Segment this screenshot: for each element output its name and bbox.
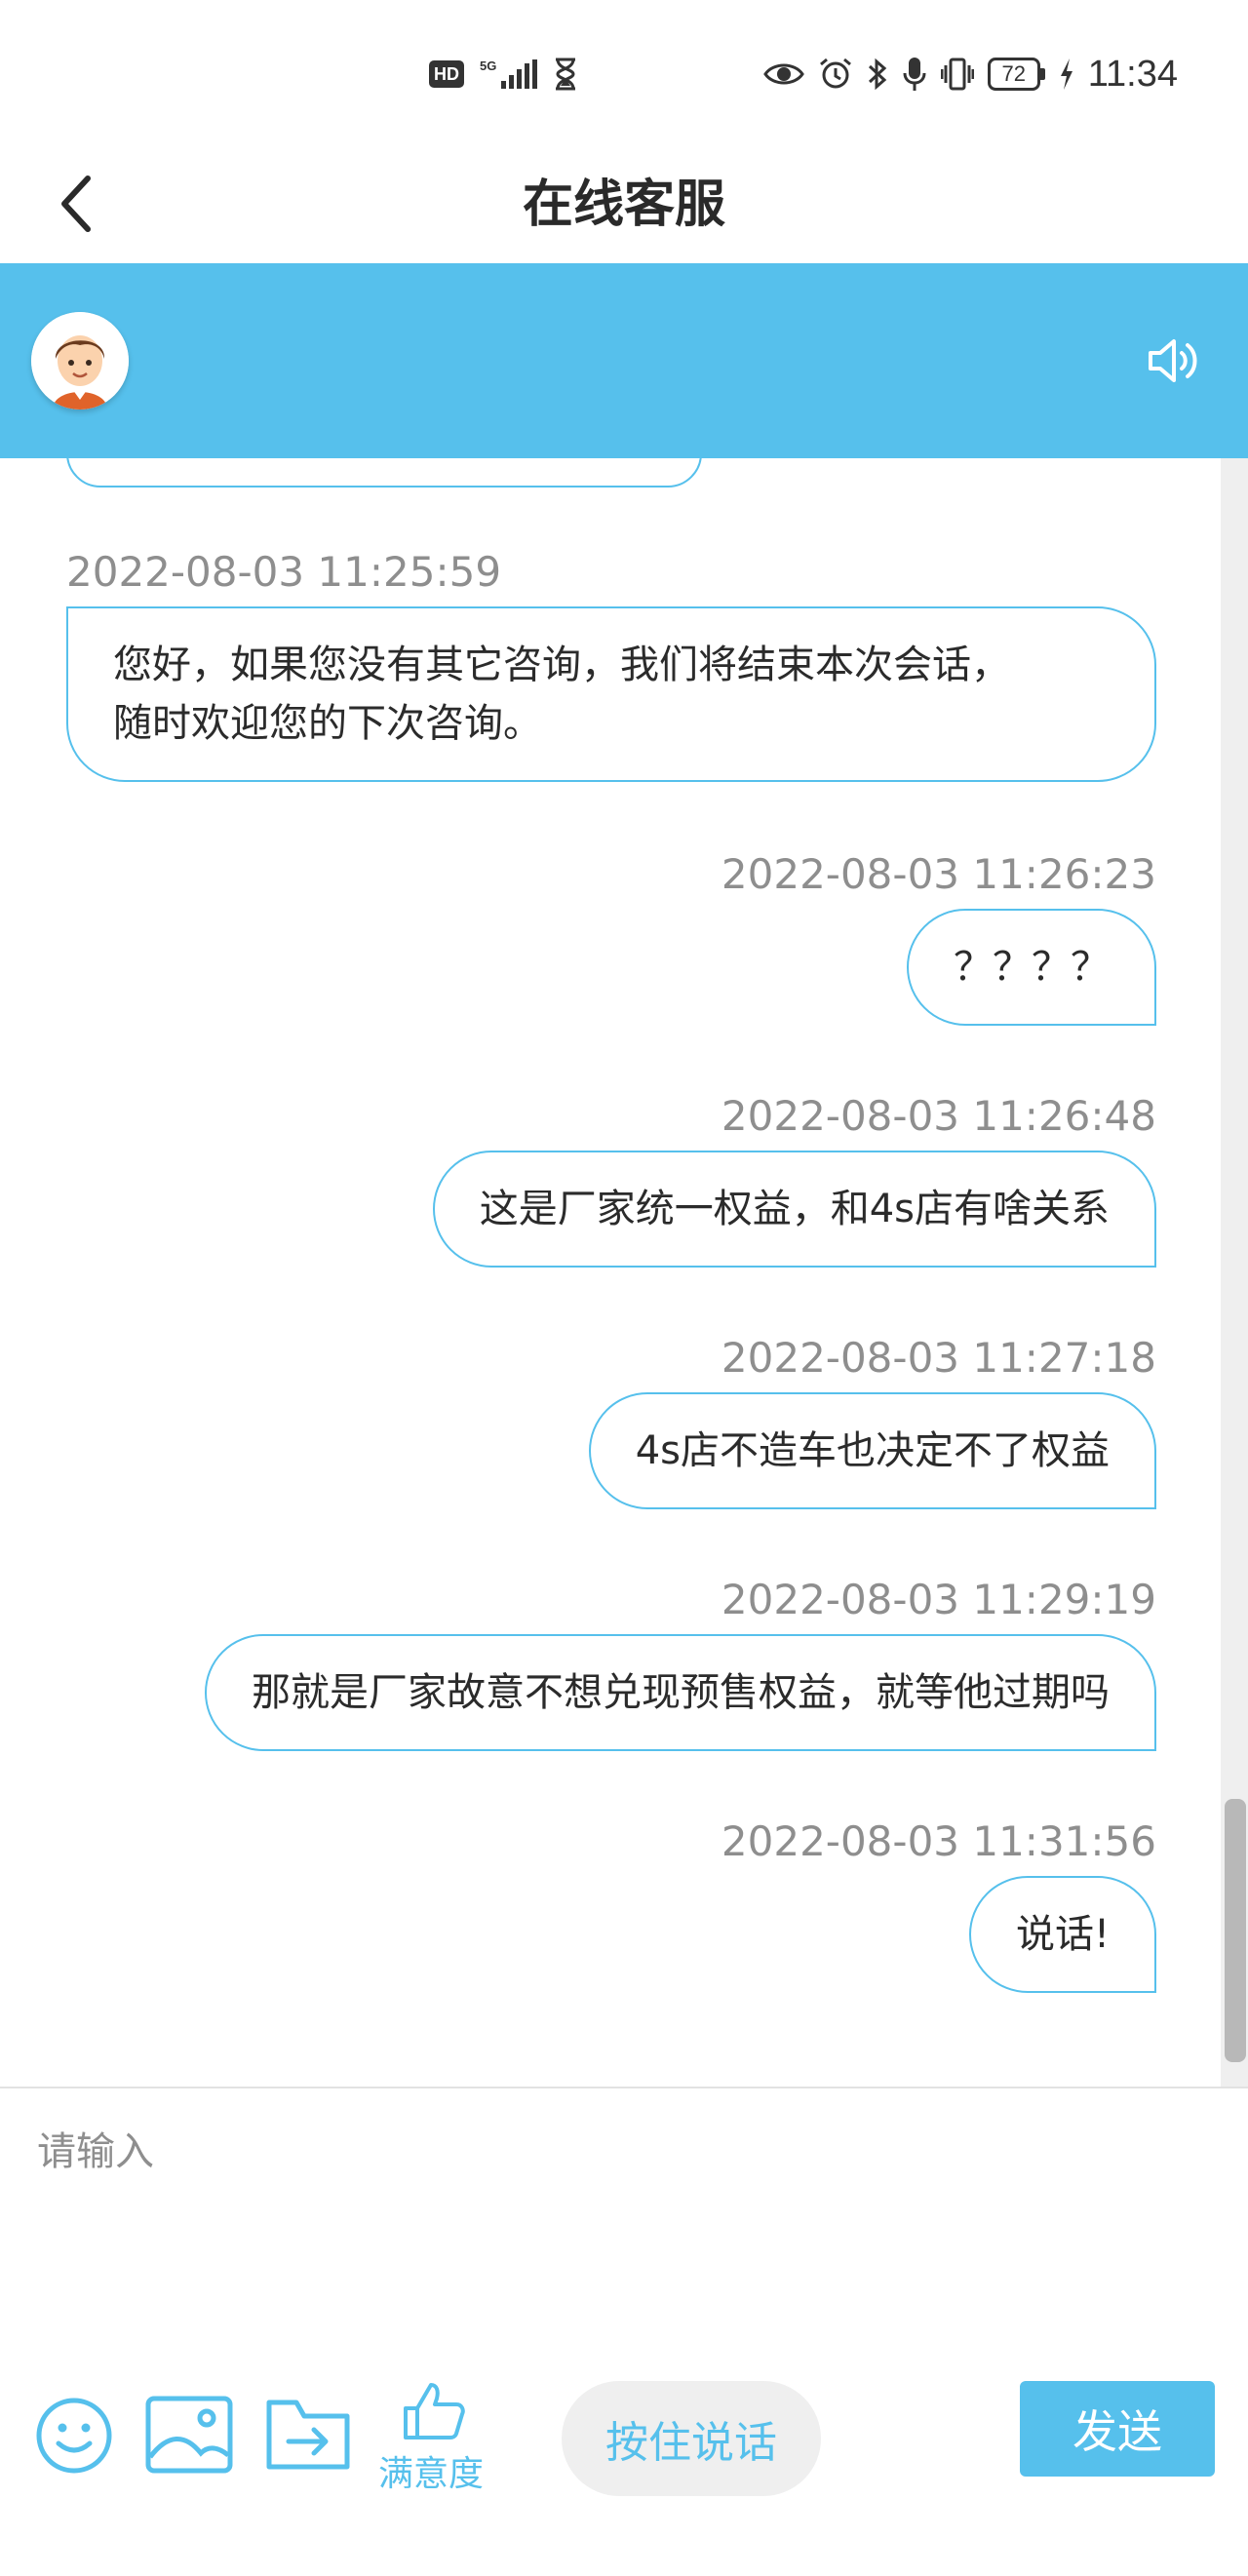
user-message-bubble: 这是厂家统一权益，和4s店有啥关系 <box>432 1151 1156 1268</box>
message-line: 随时欢迎您的下次咨询。 <box>113 701 542 746</box>
message-input[interactable] <box>35 2118 1209 2278</box>
status-bar-left: HD 5G <box>429 53 578 96</box>
image-button[interactable] <box>144 2395 234 2475</box>
hold-to-talk-button[interactable]: 按住说话 <box>562 2381 821 2496</box>
image-icon <box>145 2396 233 2474</box>
user-message-bubble: 说话! <box>968 1876 1156 1993</box>
page-header: 在线客服 <box>0 146 1248 263</box>
battery-level: 72 <box>987 58 1040 91</box>
message-timestamp: 2022-08-03 11:25:59 <box>66 548 502 596</box>
chat-history[interactable]: 2022-08-03 11:25:59 您好，如果您没有其它咨询，我们将结束本次… <box>0 458 1248 2087</box>
scrollbar-thumb[interactable] <box>1225 1799 1246 2062</box>
status-bar-right: 72 11:34 <box>762 51 1178 98</box>
user-message-bubble: 4s店不造车也决定不了权益 <box>588 1392 1156 1509</box>
satisfaction-label[interactable]: 满意度 <box>378 2445 484 2496</box>
signal-5g-icon: 5G <box>480 59 538 89</box>
emoji-button[interactable] <box>35 2397 113 2475</box>
alarm-icon <box>819 58 851 89</box>
chat-scrollbar[interactable] <box>1221 458 1248 2087</box>
message-line: 您好，如果您没有其它咨询，我们将结束本次会话， <box>113 643 1010 687</box>
microphone-icon <box>903 58 926 91</box>
user-message-bubble: 那就是厂家故意不想兑现预售权益，就等他过期吗 <box>205 1634 1156 1751</box>
speaker-icon <box>1149 339 1197 382</box>
agent-avatar-icon[interactable] <box>31 312 129 410</box>
user-message-bubble: ？？？？ <box>907 909 1156 1026</box>
status-bar: HD 5G 72 11:34 <box>0 0 1248 146</box>
message-timestamp: 2022-08-03 11:27:18 <box>721 1334 1156 1382</box>
eye-icon <box>762 63 804 85</box>
clock-time: 11:34 <box>1087 53 1178 95</box>
thumbs-up-icon <box>404 2383 465 2439</box>
hourglass-icon <box>556 58 576 91</box>
file-button[interactable] <box>265 2395 351 2473</box>
bluetooth-icon <box>868 58 886 91</box>
send-button[interactable]: 发送 <box>1020 2381 1215 2477</box>
satisfaction-button[interactable] <box>402 2381 466 2441</box>
input-area <box>0 2087 1248 2576</box>
speaker-button[interactable] <box>1143 330 1205 392</box>
chat-bubble-partial <box>66 458 702 488</box>
page-title: 在线客服 <box>522 176 725 234</box>
network-type-label: 5G <box>480 59 497 73</box>
agent-message-bubble: 您好，如果您没有其它咨询，我们将结束本次会话， 随时欢迎您的下次咨询。 <box>66 606 1156 782</box>
emoji-icon <box>36 2398 112 2474</box>
vibrate-icon <box>940 58 974 91</box>
message-timestamp: 2022-08-03 11:26:48 <box>721 1092 1156 1140</box>
battery-icon: 72 <box>987 58 1045 91</box>
message-timestamp: 2022-08-03 11:29:19 <box>721 1576 1156 1623</box>
agent-bar <box>0 263 1248 458</box>
message-timestamp: 2022-08-03 11:26:23 <box>721 850 1156 898</box>
hd-icon: HD <box>429 60 464 88</box>
message-timestamp: 2022-08-03 11:31:56 <box>721 1817 1156 1865</box>
file-transfer-icon <box>266 2400 350 2470</box>
charging-icon <box>1060 59 1072 90</box>
